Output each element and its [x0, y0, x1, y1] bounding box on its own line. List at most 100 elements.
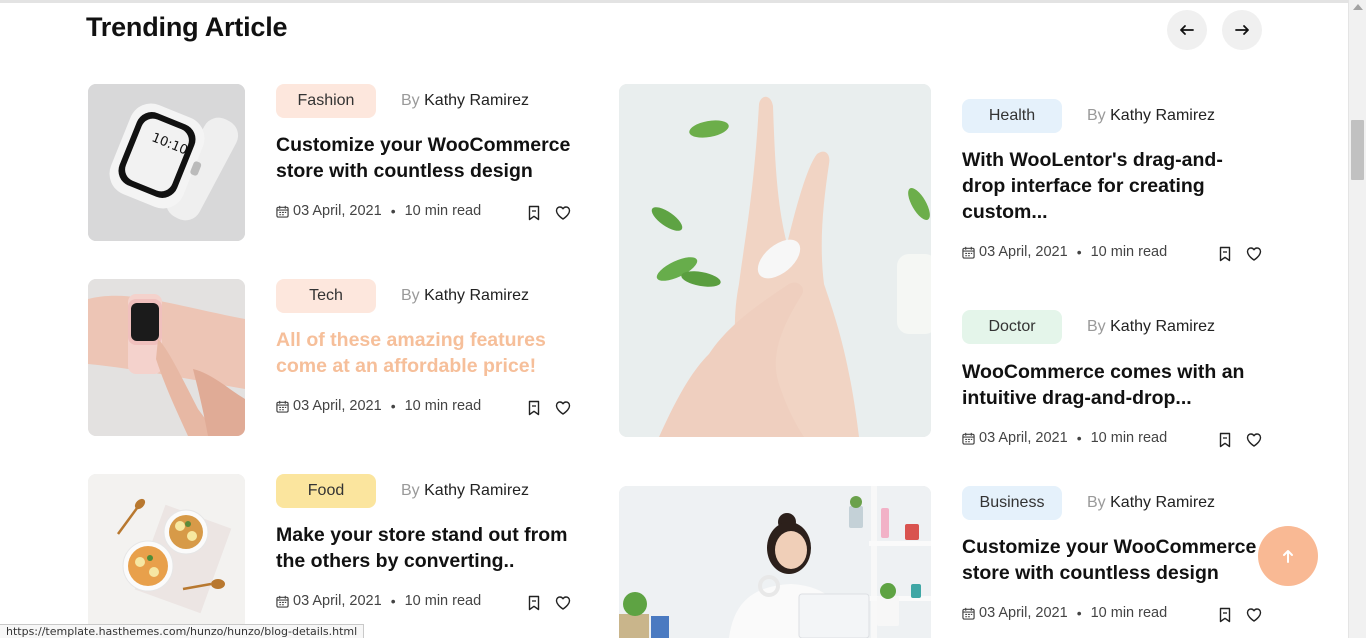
article-date: 03 April, 2021 — [979, 605, 1068, 621]
author-line: By Kathy Ramirez — [401, 482, 529, 500]
link-status-bar: https://template.hasthemes.com/hunzo/hun… — [0, 624, 365, 638]
bookmark-button[interactable] — [525, 399, 543, 417]
article-title[interactable]: Customize your WooCommerce store with co… — [276, 132, 581, 184]
food-bowls-image — [88, 474, 245, 631]
prev-button[interactable] — [1167, 10, 1207, 50]
arrow-left-icon — [1180, 25, 1194, 35]
article-tag[interactable]: Health — [962, 99, 1062, 133]
read-time: 10 min read — [1090, 244, 1168, 260]
article-meta: 03 April, 2021 • 10 min read — [962, 244, 1167, 260]
bookmark-icon — [1219, 607, 1231, 623]
article-title[interactable]: WooCommerce comes with an intuitive drag… — [962, 359, 1262, 411]
read-time: 10 min read — [404, 398, 482, 414]
meta-separator: • — [390, 593, 396, 609]
article-image-food[interactable] — [88, 474, 245, 631]
article-tag[interactable]: Tech — [276, 279, 376, 313]
article-image-hand-cream[interactable] — [619, 84, 931, 437]
article-title[interactable]: With WooLentor's drag-and-drop interface… — [962, 147, 1262, 225]
article-date: 03 April, 2021 — [293, 398, 382, 414]
bookmark-icon — [528, 400, 540, 416]
top-divider — [0, 0, 1348, 3]
by-label: By — [401, 482, 420, 499]
by-label: By — [401, 287, 420, 304]
read-time: 10 min read — [404, 593, 482, 609]
author-line: By Kathy Ramirez — [1087, 494, 1215, 512]
calendar-icon — [962, 246, 975, 259]
meta-separator: • — [390, 398, 396, 414]
scrollbar-thumb[interactable] — [1351, 120, 1364, 180]
like-button[interactable] — [1245, 606, 1263, 624]
author-name[interactable]: Kathy Ramirez — [1110, 318, 1215, 335]
bookmark-button[interactable] — [1216, 431, 1234, 449]
bookmark-icon — [528, 595, 540, 611]
meta-separator: • — [1076, 605, 1082, 621]
author-name[interactable]: Kathy Ramirez — [424, 482, 529, 499]
like-button[interactable] — [1245, 245, 1263, 263]
bookmark-icon — [1219, 432, 1231, 448]
calendar-icon — [276, 595, 289, 608]
heart-icon — [555, 401, 571, 415]
author-line: By Kathy Ramirez — [1087, 107, 1215, 125]
page-scrollbar[interactable] — [1348, 0, 1366, 638]
like-button[interactable] — [1245, 431, 1263, 449]
article-meta: 03 April, 2021 • 10 min read — [276, 593, 481, 609]
article-image-wrist-watch[interactable] — [88, 279, 245, 436]
article-tag[interactable]: Fashion — [276, 84, 376, 118]
article-date: 03 April, 2021 — [979, 244, 1068, 260]
by-label: By — [1087, 107, 1106, 124]
read-time: 10 min read — [1090, 605, 1168, 621]
author-line: By Kathy Ramirez — [401, 92, 529, 110]
bookmark-button[interactable] — [525, 204, 543, 222]
calendar-icon — [276, 400, 289, 413]
article-title[interactable]: Make your store stand out from the other… — [276, 522, 581, 574]
arrow-right-icon — [1235, 25, 1249, 35]
article-tag[interactable]: Doctor — [962, 310, 1062, 344]
author-name[interactable]: Kathy Ramirez — [1110, 107, 1215, 124]
smartwatch-image: 10:10 — [88, 84, 245, 241]
bookmark-button[interactable] — [1216, 606, 1234, 624]
article-meta: 03 April, 2021 • 10 min read — [276, 203, 481, 219]
heart-icon — [1246, 433, 1262, 447]
by-label: By — [1087, 318, 1106, 335]
article-date: 03 April, 2021 — [293, 203, 382, 219]
calendar-icon — [962, 607, 975, 620]
hand-cream-image — [619, 84, 931, 437]
next-button[interactable] — [1222, 10, 1262, 50]
wrist-watch-image — [88, 279, 245, 436]
like-button[interactable] — [554, 204, 572, 222]
meta-separator: • — [1076, 430, 1082, 446]
article-image-smartwatch[interactable]: 10:10 — [88, 84, 245, 241]
article-image-woman-laptop[interactable] — [619, 486, 931, 638]
article-date: 03 April, 2021 — [979, 430, 1068, 446]
article-tag[interactable]: Business — [962, 486, 1062, 520]
meta-separator: • — [390, 203, 396, 219]
bookmark-button[interactable] — [525, 594, 543, 612]
article-meta: 03 April, 2021 • 10 min read — [962, 605, 1167, 621]
arrow-up-icon — [1283, 550, 1293, 563]
woman-laptop-image — [619, 486, 931, 638]
calendar-icon — [962, 432, 975, 445]
article-date: 03 April, 2021 — [293, 593, 382, 609]
article-tag[interactable]: Food — [276, 474, 376, 508]
heart-icon — [555, 596, 571, 610]
author-name[interactable]: Kathy Ramirez — [1110, 494, 1215, 511]
section-title: Trending Article — [86, 12, 288, 42]
article-title[interactable]: Customize your WooCommerce store with co… — [962, 534, 1262, 586]
author-name[interactable]: Kathy Ramirez — [424, 92, 529, 109]
bookmark-icon — [1219, 246, 1231, 262]
heart-icon — [1246, 608, 1262, 622]
read-time: 10 min read — [1090, 430, 1168, 446]
read-time: 10 min read — [404, 203, 482, 219]
by-label: By — [401, 92, 420, 109]
scroll-to-top-button[interactable] — [1258, 526, 1318, 586]
author-name[interactable]: Kathy Ramirez — [424, 287, 529, 304]
article-title[interactable]: All of these amazing features come at an… — [276, 327, 581, 379]
scroll-up-arrow-icon[interactable] — [1353, 4, 1363, 10]
like-button[interactable] — [554, 399, 572, 417]
like-button[interactable] — [554, 594, 572, 612]
article-meta: 03 April, 2021 • 10 min read — [962, 430, 1167, 446]
by-label: By — [1087, 494, 1106, 511]
bookmark-button[interactable] — [1216, 245, 1234, 263]
heart-icon — [1246, 247, 1262, 261]
bookmark-icon — [528, 205, 540, 221]
